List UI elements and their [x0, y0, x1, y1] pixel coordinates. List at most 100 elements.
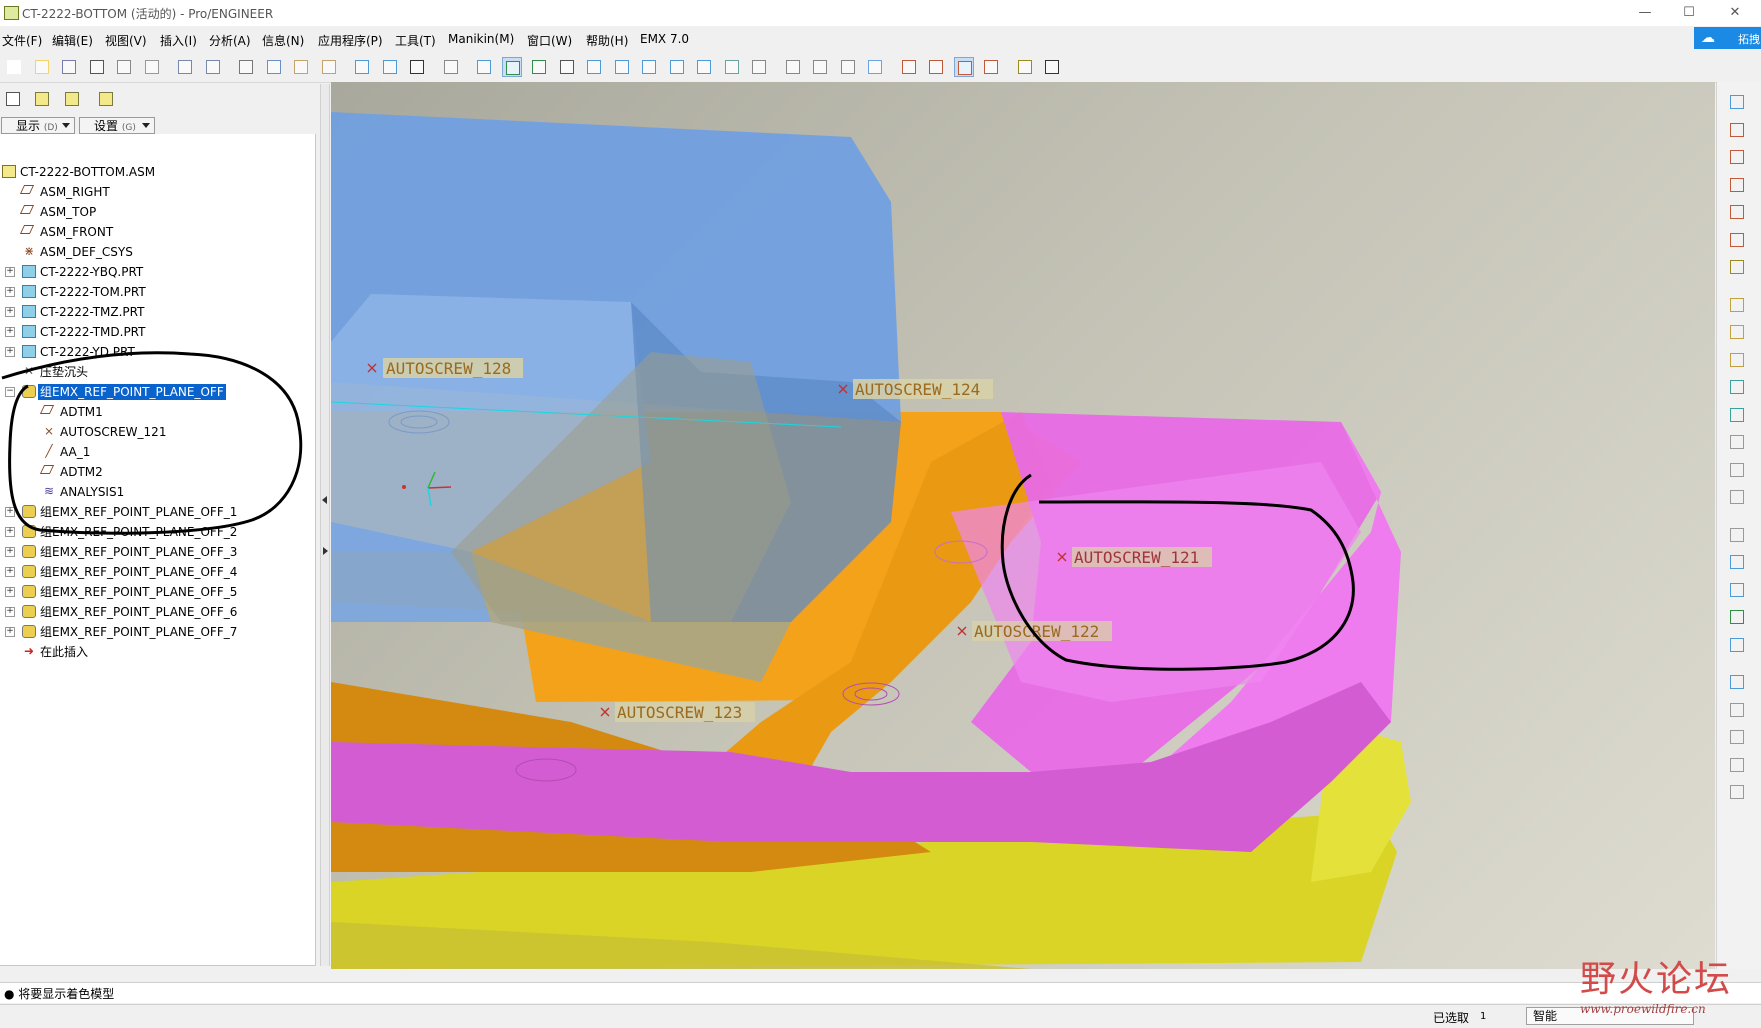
- regenerate-button[interactable]: [352, 57, 372, 77]
- cloud-button[interactable]: ☁ 拓拽: [1694, 27, 1761, 49]
- tree-item[interactable]: + CT-2222-TOM.PRT: [0, 283, 316, 301]
- tree-item[interactable]: ASM_TOP: [0, 203, 316, 221]
- tree-item[interactable]: + CT-2222-TMD.PRT: [0, 323, 316, 341]
- tree-group-row[interactable]: + 组EMX_REF_POINT_PLANE_OFF_4: [0, 563, 316, 581]
- sweep-tool-button[interactable]: [1727, 635, 1747, 655]
- tree-item[interactable]: ASM_FRONT: [0, 223, 316, 241]
- spin-center-button[interactable]: [501, 57, 522, 77]
- expand-icon[interactable]: +: [5, 267, 15, 277]
- redraw-button[interactable]: [474, 57, 494, 77]
- shell-tool-button[interactable]: [1727, 525, 1747, 545]
- menu-item-11[interactable]: EMX 7.0: [640, 32, 689, 46]
- menu-item-6[interactable]: 应用程序(P): [318, 32, 383, 49]
- close-button[interactable]: ✕: [1720, 4, 1750, 22]
- expand-icon[interactable]: +: [5, 587, 15, 597]
- model-tree-tab[interactable]: [2, 88, 24, 110]
- expand-arrow-icon[interactable]: [323, 547, 328, 555]
- annotations-button[interactable]: [1015, 57, 1035, 77]
- copy-button[interactable]: [264, 57, 284, 77]
- datum-points-button[interactable]: [953, 57, 974, 77]
- tree-item[interactable]: ➜ 在此插入: [0, 643, 316, 661]
- menu-item-8[interactable]: Manikin(M): [448, 32, 514, 46]
- menu-item-4[interactable]: 分析(A): [209, 32, 251, 49]
- mirror-tool-button[interactable]: [1727, 700, 1747, 720]
- menu-item-3[interactable]: 插入(I): [160, 32, 197, 49]
- new-button[interactable]: [4, 57, 24, 77]
- datum-planes-button[interactable]: [899, 57, 919, 77]
- menu-item-9[interactable]: 窗口(W): [527, 32, 572, 49]
- zoom-out-button[interactable]: [612, 57, 632, 77]
- zoom-in-button[interactable]: [584, 57, 604, 77]
- minimize-button[interactable]: —: [1630, 4, 1660, 22]
- tree-item[interactable]: + CT-2222-YBQ.PRT: [0, 263, 316, 281]
- blend-tool-button[interactable]: [1727, 672, 1747, 692]
- datum-csys-tool-button[interactable]: [1727, 230, 1747, 250]
- tree-group-row[interactable]: + 组EMX_REF_POINT_PLANE_OFF_5: [0, 583, 316, 601]
- datum-point-tool-button[interactable]: [1727, 202, 1747, 222]
- package-tool-button[interactable]: [1727, 377, 1747, 397]
- expand-icon[interactable]: +: [5, 307, 15, 317]
- paste-button[interactable]: [291, 57, 311, 77]
- reorient-button[interactable]: [667, 57, 687, 77]
- orient-button[interactable]: [529, 57, 549, 77]
- paste-special-button[interactable]: [319, 57, 339, 77]
- email-button[interactable]: [142, 57, 162, 77]
- find-button[interactable]: [407, 57, 427, 77]
- tree-item[interactable]: ASM_RIGHT: [0, 183, 316, 201]
- tree-item[interactable]: CT-2222-BOTTOM.ASM: [0, 163, 316, 181]
- menu-item-1[interactable]: 编辑(E): [52, 32, 93, 49]
- tree-group-row[interactable]: + 组EMX_REF_POINT_PLANE_OFF_3: [0, 543, 316, 561]
- regen-manager-button[interactable]: [380, 57, 400, 77]
- move-tool-button[interactable]: [1727, 755, 1747, 775]
- analysis-tool-button[interactable]: [1727, 257, 1747, 277]
- no-hidden-button[interactable]: [838, 57, 858, 77]
- hole-tool-button[interactable]: [1727, 432, 1747, 452]
- print-preview-button[interactable]: [114, 57, 134, 77]
- panel-splitter[interactable]: [320, 84, 330, 966]
- expand-icon[interactable]: +: [5, 287, 15, 297]
- sketch-tool-button[interactable]: [1727, 92, 1747, 112]
- menu-item-10[interactable]: 帮助(H): [586, 32, 628, 49]
- hidden-line-button[interactable]: [810, 57, 830, 77]
- expand-icon[interactable]: +: [5, 607, 15, 617]
- rib-tool-button[interactable]: [1727, 580, 1747, 600]
- pattern-tool-button[interactable]: [1727, 782, 1747, 802]
- layers-button[interactable]: [722, 57, 742, 77]
- revolve-tool-button[interactable]: [1727, 607, 1747, 627]
- menu-item-2[interactable]: 视图(V): [105, 32, 147, 49]
- repeat-tool-button[interactable]: [1727, 350, 1747, 370]
- chamfer-tool-button[interactable]: [1727, 487, 1747, 507]
- wireframe-button[interactable]: [783, 57, 803, 77]
- create-component-tool-button[interactable]: [1727, 295, 1747, 315]
- datum-axis-tool-button[interactable]: [1727, 147, 1747, 167]
- datum-axes-button[interactable]: [926, 57, 946, 77]
- draft-tool-button[interactable]: [1727, 552, 1747, 572]
- tree-item[interactable]: + CT-2222-TMZ.PRT: [0, 303, 316, 321]
- tree-group-row[interactable]: + 组EMX_REF_POINT_PLANE_OFF_7: [0, 623, 316, 641]
- csys-button[interactable]: [981, 57, 1001, 77]
- menu-item-7[interactable]: 工具(T): [395, 32, 436, 49]
- view-manager-button[interactable]: [749, 57, 769, 77]
- menu-item-0[interactable]: 文件(F): [2, 32, 42, 49]
- cut-button[interactable]: [236, 57, 256, 77]
- browser-tab[interactable]: [95, 88, 117, 110]
- collapse-arrow-icon[interactable]: [322, 496, 327, 504]
- undo-button[interactable]: [175, 57, 195, 77]
- menu-item-5[interactable]: 信息(N): [262, 32, 304, 49]
- select-box-button[interactable]: [441, 57, 461, 77]
- whats-this-button[interactable]: [1042, 57, 1062, 77]
- layer-tree-tab[interactable]: [31, 88, 53, 110]
- redo-button[interactable]: [203, 57, 223, 77]
- shading-button[interactable]: [865, 57, 885, 77]
- expand-icon[interactable]: +: [5, 567, 15, 577]
- save-button[interactable]: [59, 57, 79, 77]
- pan-button[interactable]: [557, 57, 577, 77]
- expand-icon[interactable]: +: [5, 627, 15, 637]
- datum-plane-tool-button[interactable]: [1727, 120, 1747, 140]
- open-button[interactable]: [32, 57, 52, 77]
- copy-tool-button[interactable]: [1727, 727, 1747, 747]
- assemble-tool-button[interactable]: [1727, 322, 1747, 342]
- tree-item[interactable]: ⋇ ASM_DEF_CSYS: [0, 243, 316, 261]
- graphics-viewport[interactable]: AUTOSCREW_128 AUTOSCREW_124 AUTOSCREW_12…: [331, 82, 1715, 969]
- expand-icon[interactable]: +: [5, 327, 15, 337]
